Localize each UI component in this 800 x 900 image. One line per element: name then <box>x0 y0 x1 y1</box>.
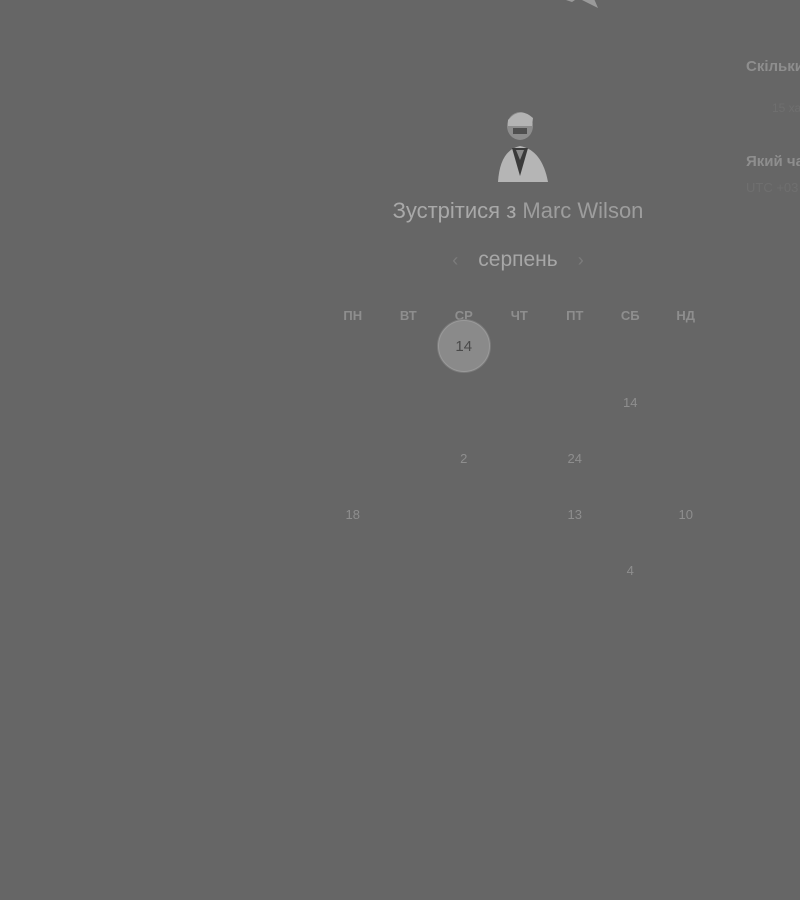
month-navigation: ‹ серпень › <box>418 245 618 275</box>
chevron-left-icon[interactable]: ‹ <box>448 250 462 271</box>
calendar-day[interactable] <box>492 318 548 374</box>
title-prefix: Зустрітися з <box>392 198 517 223</box>
calendar-day[interactable] <box>381 486 437 542</box>
calendar-day[interactable] <box>381 374 437 430</box>
decorative-shape <box>566 0 598 8</box>
calendar-day[interactable] <box>658 374 714 430</box>
calendar-day[interactable] <box>658 542 714 598</box>
calendar-day[interactable] <box>436 542 492 598</box>
calendar-day[interactable] <box>658 430 714 486</box>
calendar-day[interactable]: 2 <box>436 430 492 486</box>
timezone-question: Який ча <box>746 153 800 170</box>
calendar-day[interactable] <box>547 318 603 374</box>
calendar-day[interactable]: 13 <box>547 486 603 542</box>
calendar-day[interactable] <box>492 486 548 542</box>
calendar-day[interactable] <box>492 430 548 486</box>
calendar-day[interactable] <box>492 374 548 430</box>
calendar-day[interactable] <box>381 318 437 374</box>
calendar-day[interactable] <box>325 374 381 430</box>
selected-day[interactable]: 14 <box>437 320 490 372</box>
month-label: серпень <box>478 248 558 271</box>
calendar-day[interactable] <box>436 486 492 542</box>
duration-value[interactable]: 15 ха <box>772 101 800 115</box>
calendar-day[interactable] <box>325 542 381 598</box>
calendar-day[interactable]: 4 <box>603 542 659 598</box>
calendar-day[interactable]: 18 <box>325 486 381 542</box>
duration-question: Скільки <box>746 58 800 75</box>
calendar-day[interactable]: 14 <box>603 374 659 430</box>
calendar-day[interactable] <box>492 542 548 598</box>
avatar <box>498 112 548 182</box>
calendar-day[interactable] <box>603 486 659 542</box>
calendar-day[interactable] <box>325 430 381 486</box>
calendar-day[interactable] <box>547 374 603 430</box>
calendar-day[interactable] <box>381 542 437 598</box>
calendar-day[interactable] <box>436 374 492 430</box>
calendar-day[interactable] <box>381 430 437 486</box>
chevron-right-icon[interactable]: › <box>574 250 588 271</box>
calendar-day[interactable] <box>658 318 714 374</box>
timezone-value[interactable]: UTC +03 <box>746 180 800 195</box>
page-title: Зустрітися з Marc Wilson <box>318 198 718 224</box>
calendar-grid: 14 14 2 24 18 13 10 4 <box>325 318 713 598</box>
scheduling-page: Зустрітися з Marc Wilson ‹ серпень › ПН В… <box>0 0 800 900</box>
calendar-day[interactable] <box>603 430 659 486</box>
calendar-day[interactable] <box>547 542 603 598</box>
host-name: Marc Wilson <box>522 198 644 223</box>
booking-details: Скільки 15 ха Який ча UTC +03 <box>746 58 800 195</box>
calendar-day[interactable] <box>325 318 381 374</box>
calendar-day[interactable]: 14 <box>436 318 492 374</box>
calendar-day[interactable] <box>603 318 659 374</box>
calendar-day[interactable]: 10 <box>658 486 714 542</box>
calendar-day[interactable]: 24 <box>547 430 603 486</box>
